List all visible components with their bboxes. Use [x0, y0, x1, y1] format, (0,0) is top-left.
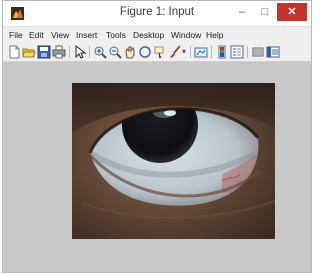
data-cursor-icon[interactable] — [153, 45, 167, 59]
print-icon[interactable] — [52, 45, 66, 59]
rotate-3d-icon[interactable] — [138, 45, 152, 59]
colorbar-icon[interactable] — [215, 45, 229, 59]
title-bar[interactable]: Figure 1: Input – □ ✕ — [3, 1, 311, 27]
menu-view[interactable]: View — [51, 30, 69, 40]
minimize-button[interactable]: – — [231, 3, 253, 21]
menu-window[interactable]: Window — [171, 30, 201, 40]
menu-desktop[interactable]: Desktop — [133, 30, 164, 40]
hide-plot-tools-icon[interactable] — [251, 45, 265, 59]
menu-file[interactable]: File — [9, 30, 23, 40]
menu-help[interactable]: Help — [206, 30, 223, 40]
toolbar-separator — [89, 46, 90, 58]
zoom-in-icon[interactable] — [93, 45, 107, 59]
new-figure-icon[interactable] — [7, 45, 21, 59]
open-file-icon[interactable] — [22, 45, 36, 59]
toolbar-separator — [211, 46, 212, 58]
edit-plot-icon[interactable] — [73, 45, 87, 59]
toolbar-separator — [190, 46, 191, 58]
brush-icon[interactable] — [168, 45, 182, 59]
figure-toolbar: ▾ — [3, 43, 311, 62]
pan-icon[interactable] — [123, 45, 137, 59]
link-plot-icon[interactable] — [194, 45, 208, 59]
eye-image — [72, 83, 275, 239]
toolbar-separator — [247, 46, 248, 58]
save-icon[interactable] — [37, 45, 51, 59]
zoom-out-icon[interactable] — [108, 45, 122, 59]
toolbar-separator — [69, 46, 70, 58]
figure-window: Figure 1: Input – □ ✕ File Edit View Ins… — [2, 0, 312, 273]
show-plot-tools-icon[interactable] — [266, 45, 280, 59]
menu-tools[interactable]: Tools — [106, 30, 126, 40]
menu-insert[interactable]: Insert — [76, 30, 97, 40]
close-button[interactable]: ✕ — [277, 3, 307, 21]
legend-icon[interactable] — [230, 45, 244, 59]
maximize-button[interactable]: □ — [254, 3, 276, 21]
menu-edit[interactable]: Edit — [29, 30, 44, 40]
menu-bar: File Edit View Insert Tools Desktop Wind… — [3, 27, 311, 43]
brush-dropdown-icon[interactable]: ▾ — [182, 47, 186, 56]
